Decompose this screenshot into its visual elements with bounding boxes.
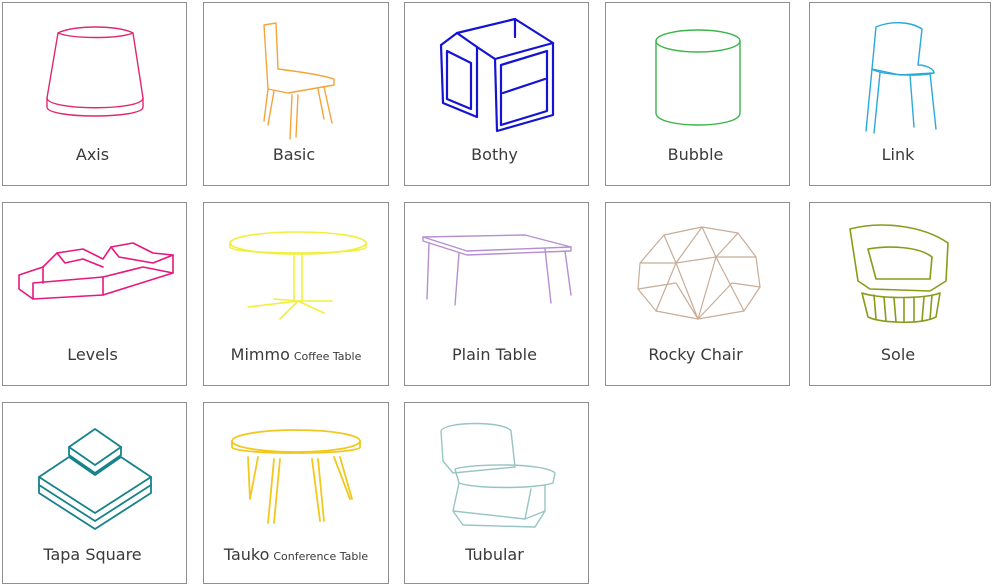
axis-stool-icon [46, 26, 144, 117]
product-card-axis[interactable]: Axis [2, 2, 187, 186]
bothy-booth-icon [439, 17, 555, 133]
product-label: Sole [880, 345, 916, 364]
product-card-tapa-square[interactable]: Tapa Square [2, 402, 187, 584]
bubble-pouf-icon [655, 29, 741, 126]
tauko-table-icon [231, 429, 361, 524]
levels-seating-icon [18, 242, 174, 300]
sole-chair-icon [849, 224, 949, 324]
product-card-bubble[interactable]: Bubble [605, 2, 790, 186]
tubular-chair-icon [440, 422, 556, 528]
product-label: Levels [67, 345, 118, 364]
product-label: Basic [272, 145, 316, 164]
product-card-sole[interactable]: Sole [809, 202, 991, 386]
product-card-tubular[interactable]: Tubular [404, 402, 589, 584]
rocky-chair-icon [637, 226, 761, 320]
product-card-link[interactable]: Link [809, 2, 991, 186]
product-card-rocky-chair[interactable]: Rocky Chair [605, 202, 790, 386]
product-label: Mimmo Coffee Table [230, 345, 362, 364]
product-label: Plain Table [452, 345, 537, 364]
product-card-plain-table[interactable]: Plain Table [404, 202, 589, 386]
link-chair-icon [865, 22, 937, 134]
plain-table-icon [422, 234, 572, 306]
product-card-basic[interactable]: Basic [203, 2, 389, 186]
product-card-mimmo[interactable]: Mimmo Coffee Table [203, 202, 389, 386]
product-label: Tapa Square [43, 545, 142, 564]
product-label: Link [881, 145, 915, 164]
product-label: Axis [75, 145, 110, 164]
product-label: Tubular [465, 545, 524, 564]
product-label: Tauko Conference Table [223, 545, 369, 564]
product-card-bothy[interactable]: Bothy [404, 2, 589, 186]
product-card-levels[interactable]: Levels [2, 202, 187, 386]
product-label: Bubble [667, 145, 724, 164]
product-label: Bothy [471, 145, 518, 164]
tapa-square-icon [38, 428, 152, 530]
product-label: Rocky Chair [648, 345, 743, 364]
basic-chair-icon [263, 22, 335, 140]
mimmo-table-icon [229, 231, 367, 320]
product-card-tauko[interactable]: Tauko Conference Table [203, 402, 389, 584]
